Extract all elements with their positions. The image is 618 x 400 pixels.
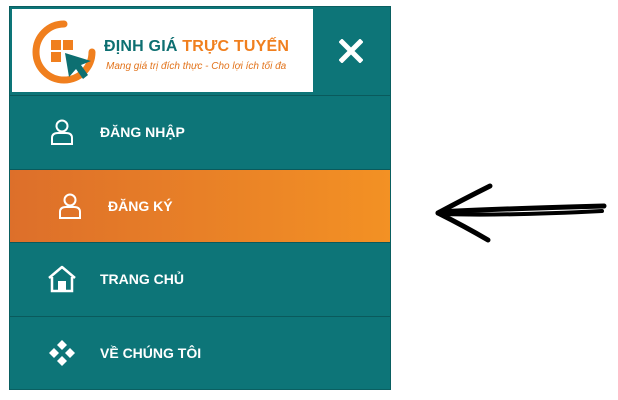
logo-mark-icon — [32, 20, 96, 84]
home-icon — [46, 263, 78, 295]
menu-item-label: VỀ CHÚNG TÔI — [100, 345, 202, 361]
menu-item-label: TRANG CHỦ — [100, 271, 184, 287]
logo-title: ĐỊNH GIÁ TRỰC TUYẾN — [104, 38, 289, 56]
arrow-left-icon — [435, 183, 607, 243]
logo-tagline: Mang giá trị đích thực - Cho lợi ích tối… — [106, 61, 287, 72]
menu-item-login[interactable]: ĐĂNG NHẬP — [10, 96, 390, 168]
menu-item-label: ĐĂNG KÝ — [108, 198, 173, 214]
menu-item-label: ĐĂNG NHẬP — [100, 124, 185, 140]
menu-item-about-us[interactable]: VỀ CHÚNG TÔI — [10, 317, 390, 389]
menu-header: ĐỊNH GIÁ TRỰC TUYẾN Mang giá trị đích th… — [10, 7, 390, 95]
user-icon — [54, 190, 86, 222]
menu-item-register[interactable]: ĐĂNG KÝ — [10, 170, 390, 242]
logo-title-part1: ĐỊNH GIÁ — [104, 38, 178, 55]
close-icon — [339, 38, 363, 63]
user-icon — [46, 116, 78, 148]
logo[interactable]: ĐỊNH GIÁ TRỰC TUYẾN Mang giá trị đích th… — [12, 9, 313, 92]
side-menu: ĐỊNH GIÁ TRỰC TUYẾN Mang giá trị đích th… — [9, 6, 391, 390]
logo-title-part2: TRỰC TUYẾN — [182, 38, 290, 55]
diamond-cluster-icon — [46, 337, 78, 369]
close-button[interactable] — [313, 9, 389, 92]
menu-item-home[interactable]: TRANG CHỦ — [10, 243, 390, 315]
